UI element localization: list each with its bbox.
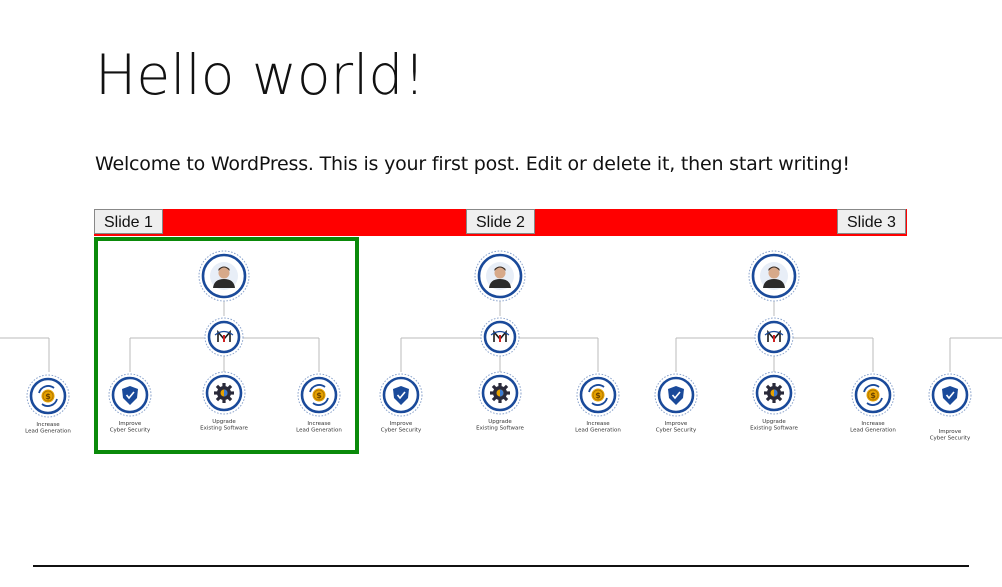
tab-slide-2[interactable]: Slide 2 <box>466 209 535 234</box>
lead-label: Increase Lead Generation <box>850 421 896 434</box>
cyber-label: Improve Cyber Security <box>930 429 971 442</box>
cyber-label: Improve Cyber Security <box>381 421 422 434</box>
lead-label: Increase Lead Generation <box>25 422 71 435</box>
dollar-coin-icon: $ <box>26 374 70 418</box>
upgrade-label: Upgrade Existing Software <box>476 419 524 432</box>
company-logo-icon <box>754 317 794 357</box>
cyber-label: Improve Cyber Security <box>656 421 697 434</box>
dollar-coin-icon: $ <box>576 373 620 417</box>
upgrade-label: Upgrade Existing Software <box>750 419 798 432</box>
shield-check-icon <box>379 373 423 417</box>
lead-label: Increase Lead Generation <box>575 421 621 434</box>
active-slide-highlight[interactable] <box>94 237 359 454</box>
shield-check-icon <box>928 373 972 417</box>
slider-tab-bar: Slide 1 Slide 2 Slide 3 <box>94 209 907 236</box>
svg-text:$: $ <box>870 391 876 400</box>
post-title: Hello world! <box>95 43 426 107</box>
post-body-text: Welcome to WordPress. This is your first… <box>95 153 850 175</box>
tab-slide-1[interactable]: Slide 1 <box>94 209 163 234</box>
gear-icon <box>752 371 796 415</box>
shield-check-icon <box>654 373 698 417</box>
dollar-coin-icon: $ <box>851 373 895 417</box>
footer-divider <box>33 565 969 567</box>
person-avatar-icon <box>748 250 800 302</box>
svg-text:$: $ <box>45 392 51 401</box>
svg-text:$: $ <box>595 391 601 400</box>
person-avatar-icon <box>474 250 526 302</box>
tab-slide-3[interactable]: Slide 3 <box>837 209 906 234</box>
company-logo-icon <box>480 317 520 357</box>
gear-icon <box>478 371 522 415</box>
